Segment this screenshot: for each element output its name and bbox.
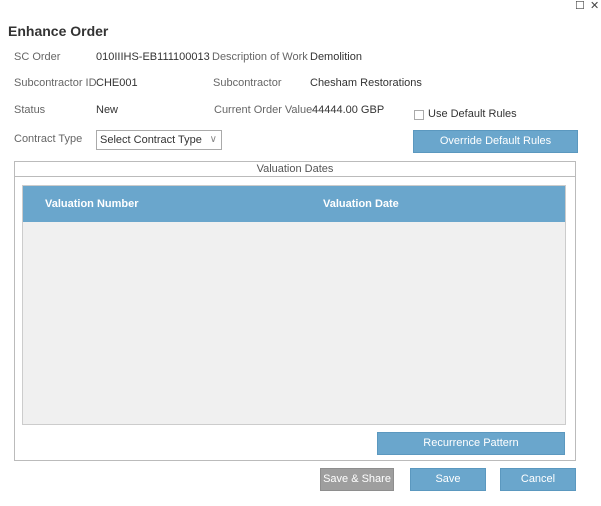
sc-order-value: 010IIIHS-EB111100013 xyxy=(96,51,210,63)
save-share-button[interactable]: Save & Share xyxy=(320,468,394,491)
dialog-title: Enhance Order xyxy=(8,23,109,39)
close-icon[interactable]: ✕ xyxy=(590,0,599,12)
maximize-icon[interactable]: ☐ xyxy=(575,0,585,12)
grid-header: Valuation Number Valuation Date xyxy=(23,186,565,222)
col-valuation-number[interactable]: Valuation Number xyxy=(45,198,139,210)
subcontractor-id-label: Subcontractor ID xyxy=(14,77,97,89)
save-button[interactable]: Save xyxy=(410,468,486,491)
description-label: Description of Work xyxy=(212,51,308,63)
cancel-button[interactable]: Cancel xyxy=(500,468,576,491)
contract-type-select[interactable]: Select Contract Type ∨ xyxy=(96,130,222,150)
status-label: Status xyxy=(14,104,46,116)
current-order-value-label: Current Order Value xyxy=(214,104,313,116)
chevron-down-icon: ∨ xyxy=(209,134,217,145)
status-value: New xyxy=(96,104,119,116)
subcontractor-id-value: CHE001 xyxy=(96,77,138,89)
sc-order-label: SC Order xyxy=(14,51,61,63)
subcontractor-value: Chesham Restorations xyxy=(310,77,422,89)
override-default-rules-button[interactable]: Override Default Rules xyxy=(413,130,578,153)
use-default-rules-label: Use Default Rules xyxy=(428,108,517,120)
current-order-value: 44444.00 GBP xyxy=(312,104,385,116)
valuation-grid[interactable]: Valuation Number Valuation Date xyxy=(22,185,566,425)
col-valuation-date[interactable]: Valuation Date xyxy=(323,198,399,210)
description-value: Demolition xyxy=(310,51,362,63)
valuation-dates-title: Valuation Dates xyxy=(15,162,575,177)
contract-type-selected: Select Contract Type xyxy=(100,134,202,146)
recurrence-pattern-button[interactable]: Recurrence Pattern xyxy=(377,432,565,455)
use-default-rules-checkbox[interactable] xyxy=(414,110,424,120)
contract-type-label: Contract Type xyxy=(14,133,83,145)
subcontractor-label: Subcontractor xyxy=(213,77,282,89)
